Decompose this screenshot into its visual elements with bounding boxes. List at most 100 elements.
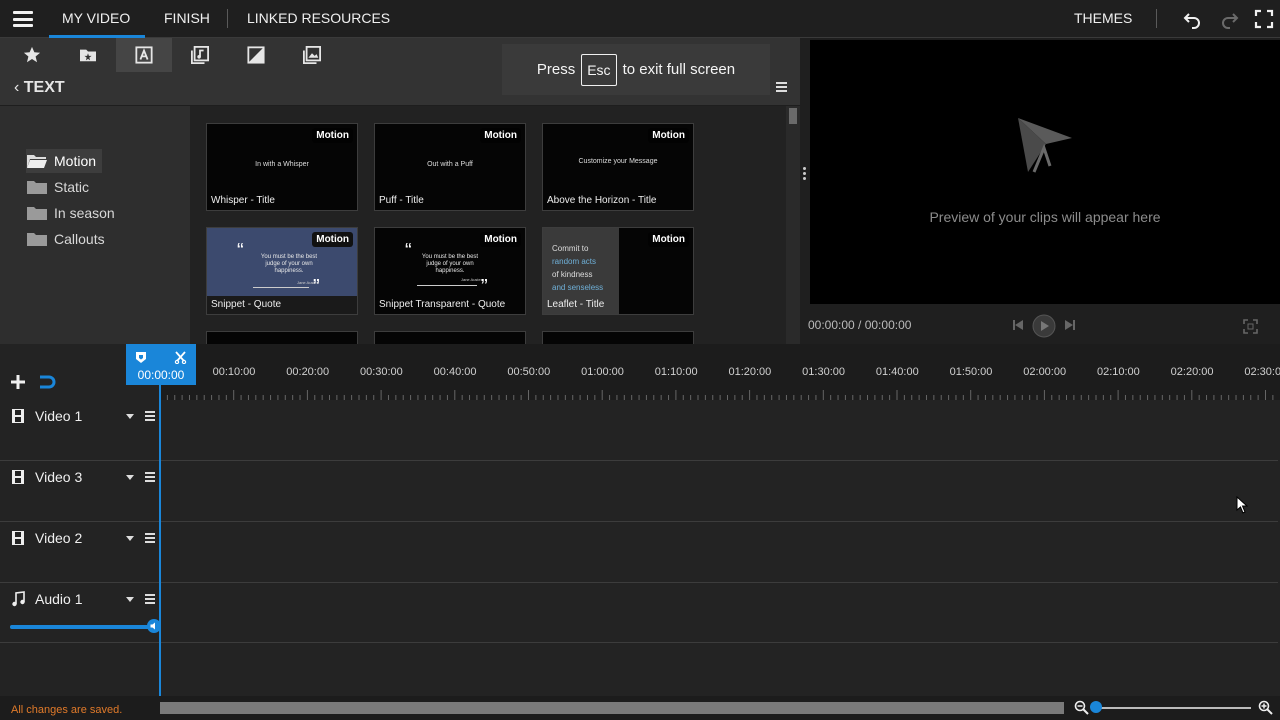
tab-media-folder[interactable] bbox=[60, 38, 116, 72]
magnet-snap-icon[interactable] bbox=[38, 374, 58, 390]
ruler-tick-label: 01:20:00 bbox=[728, 366, 772, 378]
track-video-2[interactable]: Video 2 bbox=[0, 522, 1278, 583]
track-dropdown-icon[interactable] bbox=[126, 475, 134, 480]
thumbnail-partial[interactable] bbox=[374, 331, 526, 344]
zoom-in-icon[interactable] bbox=[1258, 700, 1273, 715]
preview-fullscreen-icon[interactable] bbox=[1243, 319, 1258, 334]
folder-label: Static bbox=[54, 179, 90, 195]
thumbnail-leaflet-title[interactable]: Commit to random acts of kindness and se… bbox=[542, 227, 694, 315]
close-quote-icon: ” bbox=[481, 276, 488, 298]
player-logo-icon bbox=[1018, 118, 1072, 173]
ruler-tick-label: 02:20:00 bbox=[1170, 366, 1214, 378]
thumbnail-partial[interactable] bbox=[206, 331, 358, 344]
track-menu-icon[interactable] bbox=[145, 411, 155, 423]
play-icon[interactable] bbox=[1032, 314, 1056, 338]
quote-text: You must be the best judge of your own h… bbox=[260, 254, 318, 274]
leaflet-line: of kindness bbox=[552, 270, 593, 279]
zoom-slider-knob[interactable] bbox=[1090, 701, 1102, 713]
open-quote-icon: “ bbox=[237, 240, 244, 262]
tab-music[interactable] bbox=[172, 38, 228, 72]
panel-splitter[interactable] bbox=[800, 38, 810, 344]
thumbnail-preview-text: Out with a Puff bbox=[427, 161, 473, 168]
folder-in-season[interactable]: In season bbox=[26, 201, 121, 225]
ruler-tick-label: 01:00:00 bbox=[581, 366, 624, 378]
add-track-icon[interactable] bbox=[10, 374, 26, 390]
ruler-tick-label: 00:50:00 bbox=[507, 366, 551, 378]
ruler-tick-label: 02:30:00 bbox=[1244, 366, 1280, 378]
redo-icon[interactable] bbox=[1219, 9, 1239, 29]
tab-transitions[interactable] bbox=[228, 38, 284, 72]
ruler-tick-label: 01:50:00 bbox=[949, 366, 993, 378]
playhead-line[interactable] bbox=[159, 384, 161, 696]
timeline-horizontal-scrollbar[interactable] bbox=[160, 702, 1064, 714]
volume-fill bbox=[10, 625, 154, 629]
gallery-scrollbar[interactable] bbox=[786, 106, 800, 344]
thumbnail-snippet-transparent-quote[interactable]: Motion “ You must be the best judge of y… bbox=[374, 227, 526, 315]
preview-controls: 00:00:00 / 00:00:00 bbox=[800, 304, 1280, 344]
music-note-icon bbox=[12, 591, 25, 607]
track-audio-1[interactable]: Audio 1 bbox=[0, 583, 1278, 643]
scissors-icon[interactable] bbox=[174, 351, 187, 364]
ruler-ticks bbox=[160, 390, 1274, 400]
track-menu-icon[interactable] bbox=[145, 594, 155, 606]
track-dropdown-icon[interactable] bbox=[126, 536, 134, 541]
track-dropdown-icon[interactable] bbox=[126, 414, 134, 419]
folder-motion[interactable]: Motion bbox=[26, 149, 103, 173]
playhead-handle[interactable]: 00:00:00 bbox=[126, 344, 196, 385]
thumbnail-puff-title[interactable]: Motion Out with a Puff Puff - Title bbox=[374, 123, 526, 211]
folder-label: Callouts bbox=[54, 231, 105, 247]
folder-open-icon bbox=[27, 154, 47, 168]
save-status: All changes are saved. bbox=[11, 704, 123, 716]
quote-author: Jane Austen bbox=[460, 277, 483, 282]
open-quote-icon: “ bbox=[405, 240, 412, 262]
skip-back-icon[interactable] bbox=[1012, 319, 1024, 331]
tab-text[interactable] bbox=[116, 38, 172, 72]
thumbnail-caption: Above the Horizon - Title bbox=[547, 195, 657, 206]
track-video-3[interactable]: Video 3 bbox=[0, 461, 1278, 522]
tab-images[interactable] bbox=[284, 38, 340, 72]
skip-forward-icon[interactable] bbox=[1064, 319, 1076, 331]
thumbnail-snippet-quote[interactable]: Motion “ You must be the best judge of y… bbox=[206, 227, 358, 315]
playhead-time: 00:00:00 bbox=[137, 368, 185, 382]
thumbnail-caption: Puff - Title bbox=[379, 195, 424, 206]
quote-divider bbox=[253, 287, 309, 288]
tab-favorites[interactable] bbox=[4, 38, 60, 72]
gallery-menu-icon[interactable] bbox=[776, 82, 787, 94]
tab-linked-resources[interactable]: LINKED RESOURCES bbox=[247, 0, 390, 38]
folder-icon bbox=[27, 232, 47, 246]
folder-label: Motion bbox=[54, 153, 97, 169]
toolbar-divider bbox=[1156, 9, 1157, 28]
tab-finish[interactable]: FINISH bbox=[164, 0, 210, 38]
hamburger-menu-icon[interactable] bbox=[13, 11, 33, 27]
fullscreen-exit-icon[interactable] bbox=[1254, 9, 1274, 29]
zoom-slider[interactable] bbox=[1097, 707, 1251, 709]
motion-badge: Motion bbox=[648, 232, 689, 247]
preview-time: 00:00:00 / 00:00:00 bbox=[808, 318, 912, 332]
scrollbar-thumb[interactable] bbox=[789, 108, 797, 124]
track-dropdown-icon[interactable] bbox=[126, 597, 134, 602]
tab-my-video[interactable]: MY VIDEO bbox=[48, 0, 146, 38]
thumbnail-whisper-title[interactable]: Motion In with a Whisper Whisper - Title bbox=[206, 123, 358, 211]
thumbnail-gallery: Motion In with a Whisper Whisper - Title… bbox=[190, 106, 786, 344]
audio-volume-slider[interactable] bbox=[10, 619, 161, 633]
folder-callouts[interactable]: Callouts bbox=[26, 227, 111, 251]
themes-button[interactable]: THEMES bbox=[1074, 0, 1132, 38]
thumbnail-partial[interactable] bbox=[542, 331, 694, 344]
undo-icon[interactable] bbox=[1183, 9, 1203, 29]
leaflet-line: random acts bbox=[552, 257, 597, 266]
track-video-1[interactable]: Video 1 bbox=[0, 400, 1278, 461]
track-menu-icon[interactable] bbox=[145, 533, 155, 545]
preview-window: Preview of your clips will appear here bbox=[810, 40, 1280, 304]
ruler-tick-label: 01:30:00 bbox=[802, 366, 846, 378]
folder-static[interactable]: Static bbox=[26, 175, 95, 199]
back-button[interactable]: ‹ TEXT bbox=[14, 79, 65, 97]
marker-icon[interactable] bbox=[135, 351, 147, 364]
folder-icon bbox=[27, 180, 47, 194]
track-menu-icon[interactable] bbox=[145, 472, 155, 484]
folder-icon bbox=[27, 206, 47, 220]
status-bar: All changes are saved. bbox=[0, 696, 1280, 720]
zoom-out-icon[interactable] bbox=[1074, 700, 1089, 715]
timeline-ruler[interactable]: 00:10:00 00:20:00 00:30:00 00:40:00 00:50:00… bbox=[160, 344, 1280, 400]
thumbnail-above-the-horizon-title[interactable]: Motion Customize your Message Above the … bbox=[542, 123, 694, 211]
motion-badge: Motion bbox=[480, 128, 521, 143]
